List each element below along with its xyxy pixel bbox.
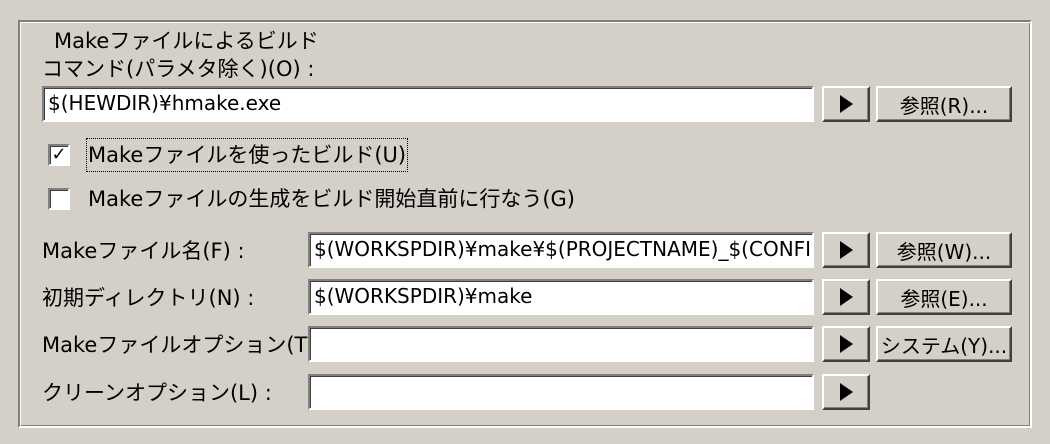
command-input[interactable]: $(HEWDIR)¥hmake.exe [42,86,814,122]
make-options-macro-button[interactable] [822,326,870,362]
initial-dir-input[interactable]: $(WORKSPDIR)¥make [308,279,814,315]
command-macro-button[interactable] [822,86,870,122]
makefile-name-label: Makeファイル名(F) : [42,239,245,263]
system-button[interactable]: システム(Y)... [876,326,1012,362]
use-makefile-checkbox[interactable]: ✓ [48,144,70,166]
makefile-name-browse-button[interactable]: 参照(W)... [876,232,1012,268]
clean-options-input[interactable] [308,374,814,410]
makefile-name-macro-button[interactable] [822,232,870,268]
make-options-input[interactable] [308,326,814,362]
makefile-name-input[interactable]: $(WORKSPDIR)¥make¥$(PROJECTNAME)_$(CONFI… [308,232,814,268]
play-arrow-icon [839,335,853,353]
generate-makefile-label[interactable]: Makeファイルの生成をビルド開始直前に行なう(G) [88,184,575,214]
command-label: コマンド(パラメタ除く)(O) : [42,57,315,81]
play-arrow-icon [839,288,853,306]
group-title: Makeファイルによるビルド [50,28,323,54]
initial-dir-label: 初期ディレクトリ(N) : [42,286,255,310]
use-makefile-label[interactable]: Makeファイルを使ったビルド(U) [85,138,409,172]
generate-makefile-checkbox[interactable] [48,188,70,210]
play-arrow-icon [839,241,853,259]
command-browse-button[interactable]: 参照(R)... [876,86,1012,122]
clean-options-label: クリーンオプション(L) : [42,381,272,405]
make-options-label: Makeファイルオプション(T) : [42,333,330,357]
play-arrow-icon [839,383,853,401]
initial-dir-macro-button[interactable] [822,279,870,315]
play-arrow-icon [839,95,853,113]
clean-options-macro-button[interactable] [822,374,870,410]
initial-dir-browse-button[interactable]: 参照(E)... [876,279,1012,315]
